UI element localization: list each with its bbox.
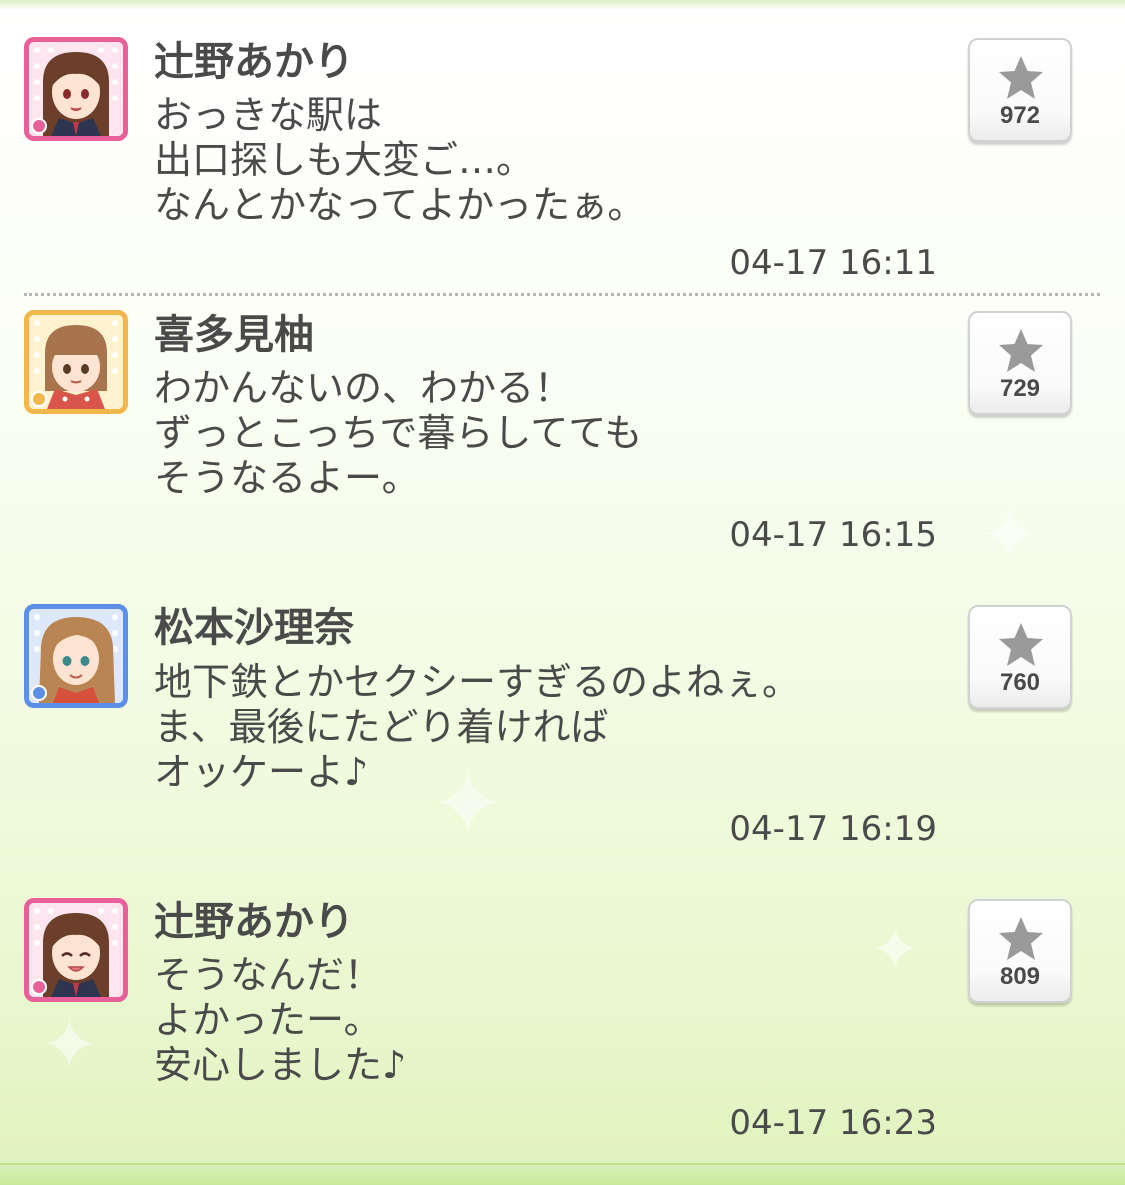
diamond-icon xyxy=(31,685,47,701)
post-text-line: なんとかなってよかったぁ。 xyxy=(154,183,646,227)
avatar[interactable] xyxy=(24,604,128,708)
post-text: そうなんだ！ よかったー。 安心しました♪ xyxy=(154,953,406,1088)
author-name[interactable]: 松本沙理奈 xyxy=(154,606,354,650)
post-text-line: おっきな駅は xyxy=(154,93,383,137)
favorite-button[interactable]: 760 xyxy=(968,605,1072,709)
flower-icon xyxy=(31,979,47,995)
star-icon xyxy=(999,56,1043,99)
avatar[interactable] xyxy=(24,37,128,141)
avatar[interactable] xyxy=(24,310,128,414)
post-text: おっきな駅は 出口探しも大変ご…。 なんとかなってよかったぁ。 xyxy=(154,93,645,228)
post-timestamp: 04-17 16:23 xyxy=(729,1103,937,1143)
favorite-count: 729 xyxy=(999,375,1041,402)
star-icon xyxy=(999,917,1043,960)
post-text-line: ずっとこっちで暮らしてても xyxy=(154,411,643,455)
post-text-line: オッケーよ♪ xyxy=(154,750,369,794)
post-text-line: 出口探しも大変ご…。 xyxy=(154,138,535,182)
favorite-button[interactable]: 729 xyxy=(968,311,1072,415)
author-name[interactable]: 喜多見柚 xyxy=(154,313,314,357)
bottom-bar xyxy=(0,1163,1125,1185)
post-text-line: そうなんだ！ xyxy=(154,953,383,997)
post-text-line: 地下鉄とかセクシーすぎるのよねぇ。 xyxy=(154,660,801,704)
author-name[interactable]: 辻野あかり xyxy=(154,40,354,84)
post-text: わかんないの、わかる！ ずっとこっちで暮らしてても そうなるよー。 xyxy=(154,366,642,501)
favorite-count: 809 xyxy=(999,963,1041,990)
sun-icon xyxy=(31,391,47,407)
favorite-count: 760 xyxy=(999,669,1041,696)
post-timestamp: 04-17 16:19 xyxy=(729,809,937,849)
favorite-button[interactable]: 972 xyxy=(968,38,1072,142)
flower-icon xyxy=(31,118,47,134)
post-text-line: 安心しました♪ xyxy=(154,1043,407,1087)
post-timestamp: 04-17 16:15 xyxy=(729,515,937,555)
post-text: 地下鉄とかセクシーすぎるのよねぇ。 ま、最後にたどり着ければ オッケーよ♪ xyxy=(154,660,800,795)
background-sparkle-icon: ✦ xyxy=(40,1004,99,1086)
avatar[interactable] xyxy=(24,898,128,1002)
divider xyxy=(24,293,1100,296)
post-timestamp: 04-17 16:11 xyxy=(729,243,937,283)
favorite-count: 972 xyxy=(999,102,1041,129)
top-strip xyxy=(0,0,1125,10)
favorite-button[interactable]: 809 xyxy=(968,899,1072,1003)
author-name[interactable]: 辻野あかり xyxy=(154,900,354,944)
background-sparkle-icon: ✦ xyxy=(870,915,921,985)
star-icon xyxy=(999,623,1043,666)
background-sparkle-icon: ✦ xyxy=(980,494,1039,576)
post-text-line: わかんないの、わかる！ xyxy=(154,366,573,410)
star-icon xyxy=(999,329,1043,372)
post-text-line: よかったー。 xyxy=(154,998,382,1042)
post-text-line: そうなるよー。 xyxy=(154,456,420,500)
post-text-line: ま、最後にたどり着ければ xyxy=(154,705,609,749)
